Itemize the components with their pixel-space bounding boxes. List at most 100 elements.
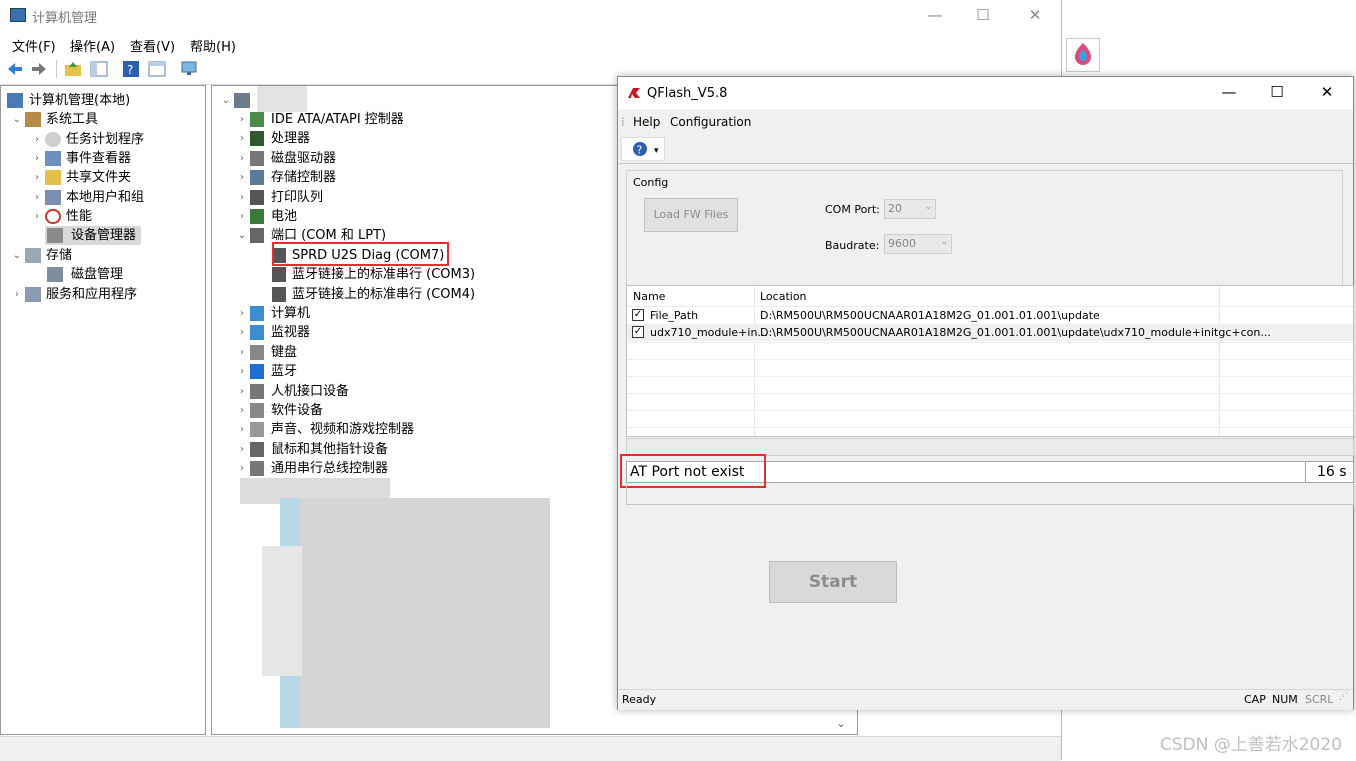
column-header-location[interactable]: Location: [760, 288, 807, 308]
chevron-down-icon[interactable]: ⌄: [11, 110, 23, 129]
config-group: Config Load FW Files COM Port: 20 ⌄ Baud…: [626, 170, 1343, 290]
device-label: 打印队列: [271, 189, 324, 205]
qflash-close-button[interactable]: ✕: [1304, 77, 1350, 109]
close-button[interactable]: ✕: [1012, 0, 1058, 32]
back-arrow-icon[interactable]: [6, 60, 24, 78]
start-button[interactable]: Start: [769, 561, 897, 603]
toolbar-panel: ? ▾: [621, 137, 665, 161]
chevron-right-icon[interactable]: ›: [31, 149, 43, 168]
chevron-right-icon[interactable]: ›: [236, 304, 248, 323]
tree-item-computer-management[interactable]: 计算机管理(本地): [5, 91, 203, 110]
help-about-icon[interactable]: ?: [632, 141, 648, 157]
qflash-maximize-button[interactable]: ☐: [1254, 77, 1300, 109]
device-category[interactable]: › 键盘: [236, 343, 596, 362]
device-category[interactable]: › 通用串行总线控制器: [236, 459, 596, 478]
chevron-right-icon[interactable]: ›: [236, 110, 248, 129]
qflash-minimize-button[interactable]: —: [1206, 77, 1252, 109]
chevron-right-icon[interactable]: ›: [31, 188, 43, 207]
device-category[interactable]: › 人机接口设备: [236, 382, 596, 401]
baudrate-select[interactable]: 9600 ⌄: [884, 234, 952, 254]
ide-controller-icon: [250, 112, 264, 127]
chevron-right-icon[interactable]: ›: [236, 188, 248, 207]
menu-action[interactable]: 操作(A): [70, 36, 115, 55]
qflash-title-bar: QFlash_V5.8 — ☐ ✕: [618, 77, 1353, 109]
help-icon[interactable]: ?: [122, 60, 140, 78]
device-category[interactable]: › 存储控制器: [236, 168, 596, 187]
menu-file[interactable]: 文件(F): [12, 36, 56, 55]
device-category[interactable]: › 声音、视频和游戏控制器: [236, 420, 596, 439]
tree-item-disk-management[interactable]: 磁盘管理: [45, 265, 195, 284]
table-row[interactable]: ✓ udx710_module+in... D:\RM500U\RM500UCN…: [627, 324, 1353, 341]
menu-help[interactable]: 帮助(H): [190, 36, 236, 55]
window-title: 计算机管理: [32, 11, 98, 26]
chevron-right-icon[interactable]: ›: [236, 440, 248, 459]
chevron-down-icon: ⌄: [924, 202, 932, 212]
tree-item-system-tools[interactable]: ⌄ 系统工具: [11, 110, 201, 129]
tree-item-storage[interactable]: ⌄ 存储: [11, 246, 201, 265]
chevron-down-icon[interactable]: ⌄: [236, 226, 248, 245]
chevron-right-icon[interactable]: ›: [236, 362, 248, 381]
device-item-port[interactable]: 蓝牙链接上的标准串行 (COM4): [270, 285, 630, 304]
chevron-right-icon[interactable]: ›: [236, 343, 248, 362]
chevron-right-icon[interactable]: ›: [31, 168, 43, 187]
maximize-button[interactable]: ☐: [960, 0, 1006, 32]
chevron-down-icon[interactable]: ⌄: [220, 91, 232, 110]
chevron-right-icon[interactable]: ›: [236, 207, 248, 226]
chevron-down-icon[interactable]: ⌄: [11, 246, 23, 265]
app-shortcut[interactable]: [1066, 38, 1100, 72]
device-category[interactable]: › 鼠标和其他指针设备: [236, 440, 596, 459]
menu-configuration[interactable]: Configuration: [670, 115, 751, 129]
chevron-right-icon[interactable]: ›: [236, 168, 248, 187]
device-category[interactable]: › 蓝牙: [236, 362, 596, 381]
show-hide-tree-icon[interactable]: [90, 60, 108, 78]
software-device-icon: [250, 403, 264, 418]
chevron-right-icon[interactable]: ›: [236, 323, 248, 342]
menu-help[interactable]: Help: [633, 115, 660, 129]
chevron-right-icon[interactable]: ›: [31, 130, 43, 149]
tree-item-task-scheduler[interactable]: › 任务计划程序: [31, 130, 201, 149]
table-row[interactable]: ✓ File_Path D:\RM500U\RM500UCNAAR01A18M2…: [627, 307, 1353, 324]
row-checkbox[interactable]: ✓: [632, 326, 644, 338]
device-label: IDE ATA/ATAPI 控制器: [271, 112, 404, 127]
device-category[interactable]: › 电池: [236, 207, 596, 226]
tree-item-performance[interactable]: › 性能: [31, 207, 201, 226]
device-category[interactable]: › IDE ATA/ATAPI 控制器: [236, 110, 596, 129]
chevron-right-icon[interactable]: ›: [11, 285, 23, 304]
row-checkbox[interactable]: ✓: [632, 309, 644, 321]
toolbar-dropdown-icon[interactable]: ▾: [654, 146, 659, 156]
com-port-select[interactable]: 20 ⌄: [884, 199, 936, 219]
chevron-right-icon[interactable]: ›: [236, 420, 248, 439]
chevron-right-icon[interactable]: ›: [31, 207, 43, 226]
baudrate-label: Baudrate:: [825, 239, 880, 252]
tree-item-services[interactable]: › 服务和应用程序: [11, 285, 201, 304]
properties-icon[interactable]: [148, 60, 166, 78]
status-bar: [0, 736, 1061, 761]
tools-icon: [25, 112, 41, 127]
device-category[interactable]: › 打印队列: [236, 188, 596, 207]
chevron-right-icon[interactable]: ›: [236, 459, 248, 478]
load-fw-files-button[interactable]: Load FW Files: [644, 198, 738, 232]
device-category[interactable]: › 处理器: [236, 129, 596, 148]
forward-arrow-icon[interactable]: [30, 60, 48, 78]
monitor-icon[interactable]: [180, 60, 198, 78]
device-item-port[interactable]: 蓝牙链接上的标准串行 (COM3): [270, 265, 630, 284]
chevron-right-icon[interactable]: ›: [236, 149, 248, 168]
menu-view[interactable]: 查看(V): [130, 36, 175, 55]
column-header-name[interactable]: Name: [633, 288, 665, 308]
chevron-right-icon[interactable]: ›: [236, 382, 248, 401]
tree-item-device-manager[interactable]: 设备管理器: [45, 226, 141, 245]
device-category[interactable]: › 软件设备: [236, 401, 596, 420]
device-category[interactable]: › 计算机: [236, 304, 596, 323]
tree-item-shared-folders[interactable]: › 共享文件夹: [31, 168, 201, 187]
tree-item-event-viewer[interactable]: › 事件查看器: [31, 149, 201, 168]
minimize-button[interactable]: —: [912, 0, 958, 32]
computer-management-app-icon: [10, 8, 26, 22]
device-category[interactable]: › 磁盘驱动器: [236, 149, 596, 168]
scroll-down-button[interactable]: ⌄: [832, 714, 850, 734]
resize-grip-icon[interactable]: ⋰: [1339, 692, 1348, 702]
chevron-right-icon[interactable]: ›: [236, 129, 248, 148]
device-category[interactable]: › 监视器: [236, 323, 596, 342]
chevron-right-icon[interactable]: ›: [236, 401, 248, 420]
up-folder-icon[interactable]: [64, 60, 82, 78]
tree-item-local-users[interactable]: › 本地用户和组: [31, 188, 201, 207]
